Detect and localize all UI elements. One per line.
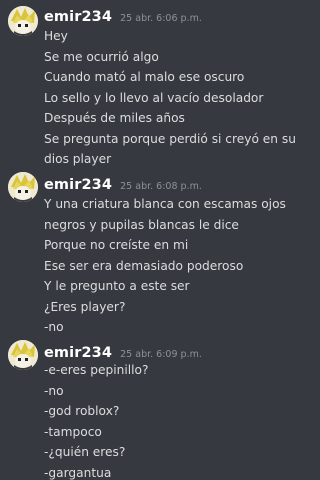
message-line: Hey [44,29,68,43]
message-line: -no [44,320,64,334]
message-line: Después de miles años [44,111,185,125]
message-line: Se me ocurrió algo [44,49,159,64]
user-avatar[interactable] [8,6,38,36]
timestamp: 25 abr. 6:06 p.m. [120,13,202,24]
timestamp: 25 abr. 6:08 p.m. [120,181,202,192]
message-line: -no [44,383,64,398]
message-line: Ese ser era demasiado poderoso [44,258,244,273]
username[interactable]: emir234 [44,9,112,25]
message-line: Cuando mató al malo ese oscuro [44,70,245,84]
message-line: -gargantua [44,465,112,480]
message-line: Y una criatura blanca con escamas ojos n… [44,197,286,232]
message-line: -tampoco [44,424,102,439]
chat-message-list: emir234 25 abr. 6:06 p.m. Hey Se me ocur… [0,0,318,480]
message-line: Porque no creíste en mi [44,238,189,252]
message-line: Se pregunta porque perdió si creyó en su… [44,131,296,167]
user-avatar[interactable] [8,172,38,202]
timestamp: 25 abr. 6:09 p.m. [120,349,202,360]
user-avatar[interactable] [8,340,38,370]
message-line: Lo sello y lo llevo al vacío desolador [44,90,264,105]
message-line: -e-eres pepinillo? [44,363,149,377]
message-line: Y le pregunto a este ser [44,279,190,293]
message-line: -¿quién eres? [44,445,126,459]
message-line: -god roblox? [44,404,120,418]
username[interactable]: emir234 [44,345,112,361]
username[interactable]: emir234 [44,177,112,193]
message-line: ¿Eres player? [44,299,126,314]
